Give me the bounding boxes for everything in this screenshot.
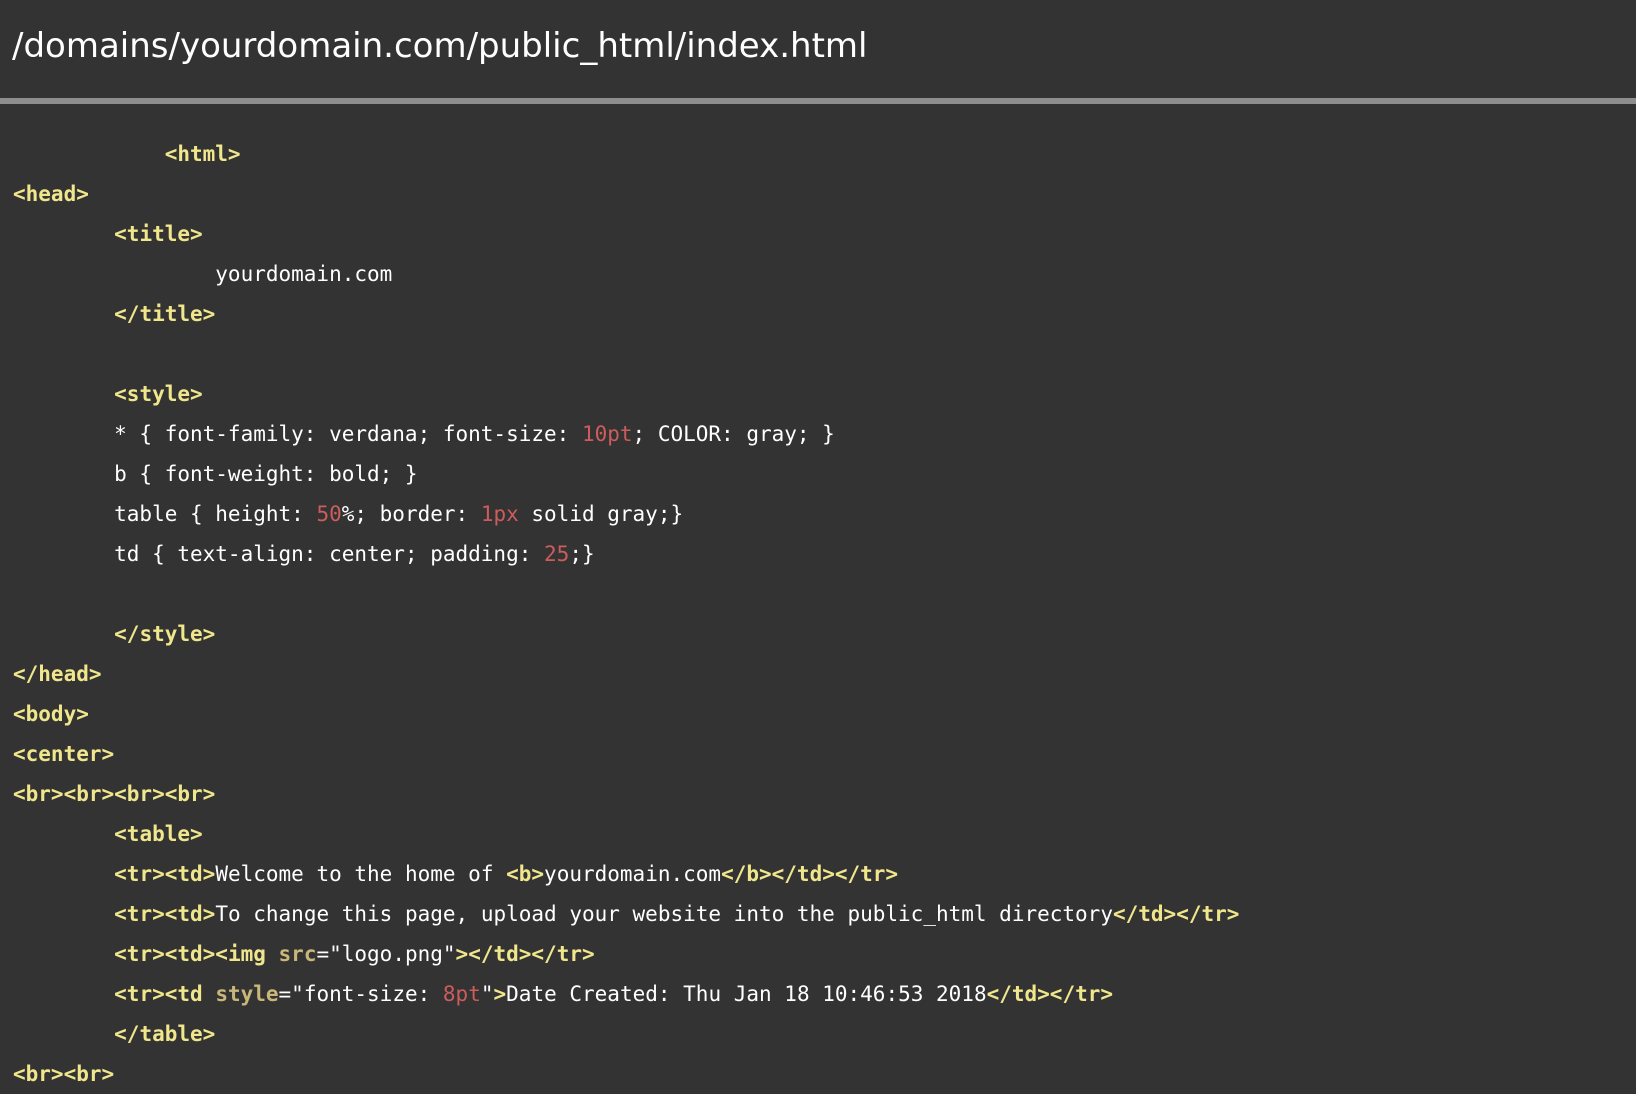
code-tag: </title> — [114, 302, 216, 326]
code-tag: > — [493, 982, 507, 1006]
code-tag: </style> — [114, 622, 216, 646]
code-number: 50 — [316, 502, 342, 526]
code-tag: <title> — [114, 222, 203, 246]
code-line: </title> — [0, 294, 1636, 334]
code-tag: <br><br><br><br> — [13, 782, 216, 806]
code-line: <center> — [0, 734, 1636, 774]
code-tag: </b></td></tr> — [721, 862, 899, 886]
code-text: ="font-size: — [278, 982, 443, 1006]
code-tag: <b> — [506, 862, 545, 886]
code-tag: <style> — [114, 382, 203, 406]
code-line: <head> — [0, 174, 1636, 214]
code-text: * { font-family: verdana; font-size: — [13, 422, 582, 446]
code-text: b { font-weight: bold; } — [13, 462, 418, 486]
code-text: yourdomain.com — [13, 262, 393, 286]
code-text: To change this page, upload your website… — [215, 902, 1113, 926]
code-tag: <tr><td> — [114, 902, 216, 926]
code-line: <tr><td>Welcome to the home of <b>yourdo… — [0, 854, 1636, 894]
code-line: </style> — [0, 614, 1636, 654]
code-text: Date Created: Thu Jan 18 10:46:53 2018 — [506, 982, 987, 1006]
code-line: yourdomain.com — [0, 254, 1636, 294]
code-tag: <tr><td — [114, 982, 216, 1006]
code-tag: <head> — [13, 182, 89, 206]
code-tag: <body> — [13, 702, 89, 726]
code-viewer: <html> <head> <title> yourdomain.com </ti… — [0, 0, 1636, 1094]
code-line: <tr><td style="font-size: 8pt">Date Crea… — [0, 974, 1636, 1014]
code-line: * { font-family: verdana; font-size: 10p… — [0, 414, 1636, 454]
code-line: table { height: 50%; border: 1px solid g… — [0, 494, 1636, 534]
code-number: 10pt — [581, 422, 633, 446]
code-line: <tr><td><img src="logo.png"></td></tr> — [0, 934, 1636, 974]
code-number: 1px — [480, 502, 519, 526]
code-tag: <center> — [13, 742, 115, 766]
code-text: " — [480, 982, 494, 1006]
code-attribute: src — [278, 942, 317, 966]
code-text: td { text-align: center; padding: — [13, 542, 545, 566]
code-line: </head> — [0, 654, 1636, 694]
code-number: 8pt — [442, 982, 481, 1006]
code-text: %; border: — [341, 502, 481, 526]
code-line: </table> — [0, 1014, 1636, 1054]
code-line: <body> — [0, 694, 1636, 734]
code-line: <table> — [0, 814, 1636, 854]
code-line: <tr><td>To change this page, upload your… — [0, 894, 1636, 934]
code-text: ;} — [569, 542, 595, 566]
code-line: <br><br><br><br> — [0, 774, 1636, 814]
code-tag: <tr><td> — [114, 862, 216, 886]
code-tag: </td></tr> — [1112, 902, 1240, 926]
code-tag: <html> — [13, 142, 241, 166]
code-text: solid gray;} — [518, 502, 684, 526]
code-tag: </head> — [13, 662, 102, 686]
code-line: <br><br> — [0, 1054, 1636, 1094]
code-tag: <table> — [114, 822, 203, 846]
code-line: <title> — [0, 214, 1636, 254]
code-tag: <br><br> — [13, 1062, 115, 1086]
code-text: ; COLOR: gray; } — [632, 422, 835, 446]
code-line: <style> — [0, 374, 1636, 414]
code-text: ="logo.png" — [316, 942, 456, 966]
code-attribute: style — [215, 982, 279, 1006]
code-line: td { text-align: center; padding: 25;} — [0, 534, 1636, 574]
code-number: 25 — [544, 542, 570, 566]
code-tag: </td></tr> — [986, 982, 1114, 1006]
code-line: b { font-weight: bold; } — [0, 454, 1636, 494]
code-text: Welcome to the home of — [215, 862, 507, 886]
code-tag: <tr><td><img — [114, 942, 279, 966]
code-tag: ></td></tr> — [455, 942, 595, 966]
code-text: yourdomain.com — [544, 862, 722, 886]
code-tag: </table> — [114, 1022, 216, 1046]
code-line: <html> — [0, 134, 1636, 174]
code-text: table { height: — [13, 502, 317, 526]
